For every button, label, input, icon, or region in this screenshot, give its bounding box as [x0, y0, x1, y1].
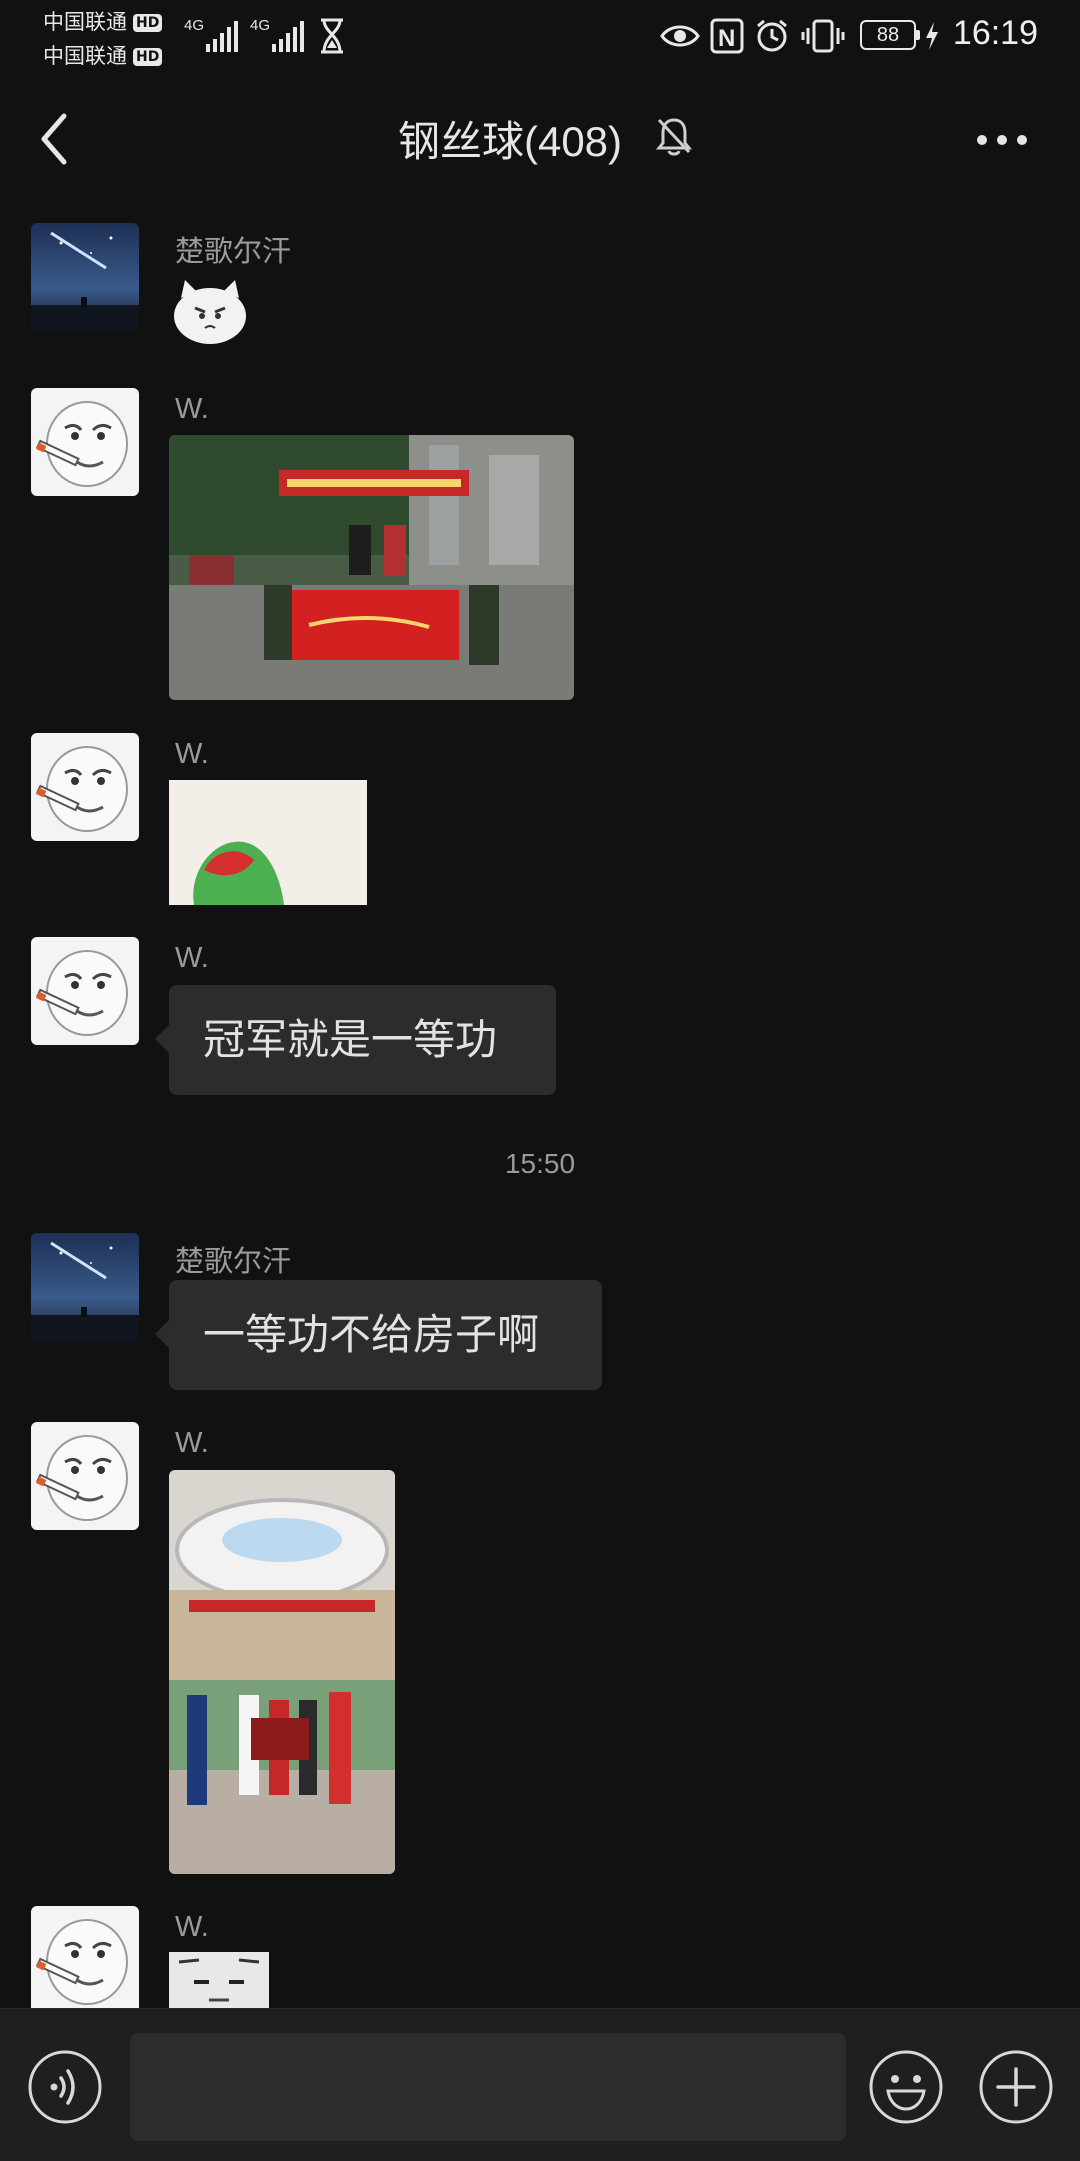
- bell-off-icon: [656, 118, 692, 156]
- sender-name: W.: [175, 1427, 209, 1459]
- sender-name: 楚歌尔汗: [175, 236, 292, 268]
- voice-icon[interactable]: [27, 2049, 103, 2125]
- battery-icon: 88: [860, 20, 920, 50]
- sender-name: W.: [175, 1911, 209, 1943]
- signal-icon-2: 4G: [250, 17, 304, 52]
- carrier-label-1: 中国联通 HD: [43, 6, 163, 36]
- carrier-label-2: 中国联通 HD: [43, 40, 163, 70]
- more-dots-icon[interactable]: [972, 120, 1032, 160]
- message-timestamp: 15:50: [504, 1148, 576, 1179]
- cat-sticker[interactable]: [169, 268, 251, 350]
- showroom-photo[interactable]: [169, 1470, 395, 1874]
- hd-badge-2: HD: [133, 48, 163, 66]
- vibrate-icon: [801, 19, 845, 53]
- status-bar: 中国联通 HD 中国联通 HD 4G 4G N 88 16:19: [0, 0, 1080, 70]
- avatar-smoking-face[interactable]: [31, 937, 139, 1045]
- message-input[interactable]: [130, 2033, 846, 2141]
- avatar-image: [31, 937, 139, 1045]
- eye-icon: [660, 25, 700, 47]
- chat-title: 钢丝球(408): [397, 118, 623, 165]
- avatar-smoking-face[interactable]: [31, 1422, 139, 1530]
- hourglass-icon: [321, 18, 343, 54]
- avatar-night-sky[interactable]: [31, 1233, 139, 1341]
- sender-name: W.: [175, 942, 209, 974]
- avatar-image: [31, 223, 139, 331]
- avatar-image: [31, 1233, 139, 1341]
- avatar-smoking-face[interactable]: [31, 733, 139, 841]
- frog-sticker[interactable]: [169, 780, 367, 905]
- charging-icon: [926, 22, 938, 50]
- network-label-2: 4G: [250, 17, 270, 34]
- clock: 16:19: [952, 14, 1038, 52]
- sender-name: W.: [175, 393, 209, 425]
- avatar-image: [31, 1422, 139, 1530]
- avatar-night-sky[interactable]: [31, 223, 139, 331]
- avatar-smoking-face[interactable]: [31, 1906, 139, 2014]
- title-bar: 钢丝球(408): [0, 70, 1080, 210]
- message-bubble[interactable]: 一等功不给房子啊: [155, 1280, 602, 1390]
- signal-icon-1: 4G: [184, 17, 238, 52]
- message-bubble[interactable]: 冠军就是一等功: [155, 985, 556, 1095]
- sender-name: 楚歌尔汗: [175, 1246, 292, 1278]
- emoji-icon[interactable]: [868, 2049, 944, 2125]
- input-bar: [0, 2008, 1080, 2161]
- face-sticker[interactable]: [169, 1952, 269, 2008]
- avatar-image: [31, 388, 139, 496]
- plus-icon[interactable]: [978, 2049, 1054, 2125]
- avatar-image: [31, 733, 139, 841]
- nfc-icon: N: [710, 18, 744, 54]
- alarm-icon: [757, 19, 787, 52]
- svg-text:N: N: [718, 25, 735, 52]
- hd-badge: HD: [133, 14, 163, 32]
- network-label-1: 4G: [184, 17, 204, 34]
- avatar-smoking-face[interactable]: [31, 388, 139, 496]
- ceremony-photo[interactable]: [169, 435, 574, 700]
- sender-name: W.: [175, 738, 209, 770]
- avatar-image: [31, 1906, 139, 2014]
